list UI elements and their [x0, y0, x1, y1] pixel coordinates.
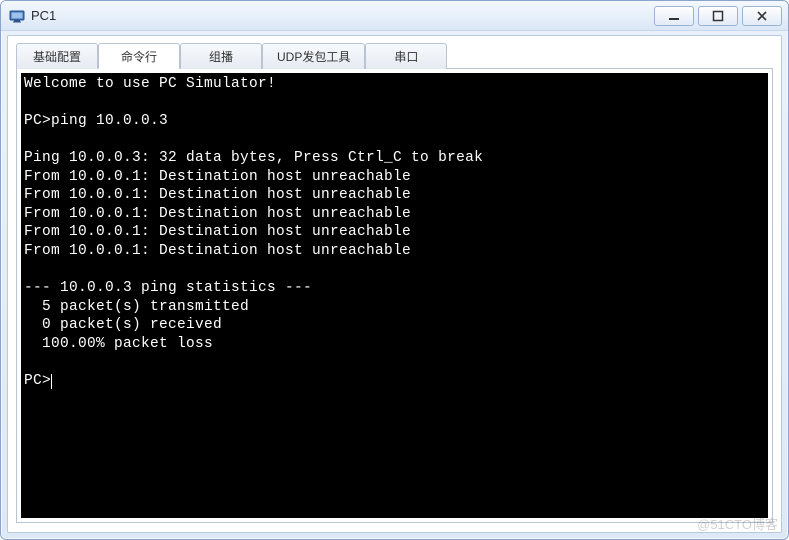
window-title: PC1 — [31, 8, 56, 23]
terminal-cursor — [51, 374, 52, 389]
terminal-output: Welcome to use PC Simulator! PC>ping 10.… — [24, 76, 483, 352]
terminal-prompt: PC> — [24, 373, 51, 389]
tab-command-line[interactable]: 命令行 — [98, 43, 180, 69]
tab-basic-config[interactable]: 基础配置 — [16, 43, 98, 69]
terminal[interactable]: Welcome to use PC Simulator! PC>ping 10.… — [21, 73, 768, 518]
app-icon — [9, 8, 25, 24]
minimize-button[interactable] — [654, 6, 694, 26]
tab-udp-tool[interactable]: UDP发包工具 — [262, 43, 365, 69]
app-window: PC1 基础配置 命令行 组播 UDP发包工具 串口 Welcome to us… — [0, 0, 789, 540]
tab-bar: 基础配置 命令行 组播 UDP发包工具 串口 — [16, 42, 773, 68]
tab-panel: Welcome to use PC Simulator! PC>ping 10.… — [16, 68, 773, 523]
close-button[interactable] — [742, 6, 782, 26]
tab-multicast[interactable]: 组播 — [180, 43, 262, 69]
tab-label: UDP发包工具 — [277, 48, 350, 65]
client-area: 基础配置 命令行 组播 UDP发包工具 串口 Welcome to use PC… — [7, 35, 782, 533]
tab-label: 基础配置 — [33, 48, 81, 65]
titlebar: PC1 — [1, 1, 788, 31]
maximize-button[interactable] — [698, 6, 738, 26]
tab-label: 组播 — [209, 48, 233, 65]
tab-label: 串口 — [394, 48, 418, 65]
tab-label: 命令行 — [121, 48, 157, 65]
tab-serial[interactable]: 串口 — [365, 43, 447, 69]
